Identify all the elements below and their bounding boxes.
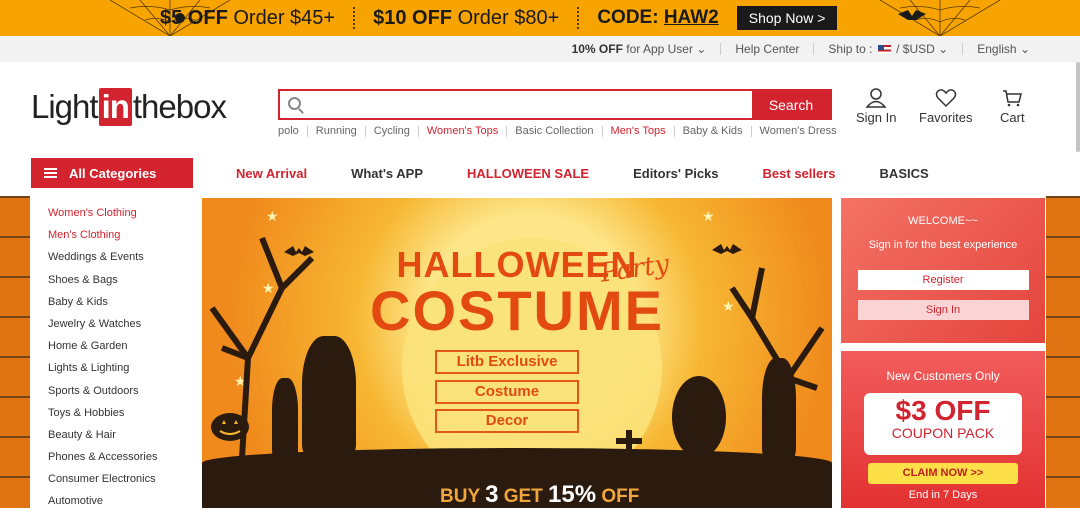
menu-icon xyxy=(44,168,57,178)
halloween-side-decoration xyxy=(1046,196,1080,508)
promo-divider xyxy=(577,7,580,29)
main-nav: New Arrival What's APP HALLOWEEN SALE Ed… xyxy=(236,158,973,188)
heart-icon xyxy=(935,89,956,108)
hot-search-link[interactable]: Baby & Kids xyxy=(673,126,751,137)
category-item[interactable]: Sports & Outdoors xyxy=(31,380,193,402)
star-icon: ★ xyxy=(702,208,715,224)
category-item[interactable]: Baby & Kids xyxy=(31,291,193,313)
promo-content: $5 OFF Order $45+ $10 OFF Order $80+ COD… xyxy=(160,0,838,36)
category-item[interactable]: Weddings & Events xyxy=(31,246,193,268)
promo-banner[interactable]: $5 OFF Order $45+ $10 OFF Order $80+ COD… xyxy=(0,0,1080,36)
banner-title-costume: COSTUME xyxy=(370,279,664,342)
category-item[interactable]: Men's Clothing xyxy=(31,224,193,246)
coupon-expiry: End in 7 Days xyxy=(908,489,978,501)
promo-offer-1: $5 OFF Order $45+ xyxy=(160,6,336,29)
shop-now-button[interactable]: Shop Now > xyxy=(736,6,838,30)
favorites-button[interactable]: Favorites xyxy=(919,88,972,125)
nav-best-sellers[interactable]: Best sellers xyxy=(763,166,836,181)
child-silhouette xyxy=(272,378,298,458)
coupon-label: COUPON PACK xyxy=(891,425,995,441)
banner-tag-litb-exclusive[interactable]: Litb Exclusive xyxy=(435,350,579,374)
user-icon xyxy=(865,88,887,108)
site-logo[interactable]: Light in thebox xyxy=(31,88,227,126)
category-item[interactable]: Consumer Electronics xyxy=(31,468,193,490)
coupon-card[interactable]: New Customers Only $3 OFF COUPON PACK CL… xyxy=(841,351,1045,508)
halloween-hero-banner[interactable]: ★ ★ ★ ★ ★ HALLOWEEN Party COSTUME Litb E… xyxy=(202,198,832,508)
chevron-down-icon: ⌄ xyxy=(1019,42,1030,56)
category-item[interactable]: Phones & Accessories xyxy=(31,446,193,468)
nav-basics[interactable]: BASICS xyxy=(880,166,929,181)
nav-editors-picks[interactable]: Editors' Picks xyxy=(633,166,718,181)
nav-whats-app[interactable]: What's APP xyxy=(351,166,423,181)
coupon-title: New Customers Only xyxy=(886,369,1000,383)
promo-offer-2: $10 OFF Order $80+ xyxy=(373,6,560,29)
ship-to-selector[interactable]: Ship to : / $USD ⌄ xyxy=(813,43,962,55)
hot-search-link[interactable]: Basic Collection xyxy=(506,126,601,137)
register-button[interactable]: Register xyxy=(857,270,1029,290)
witch-silhouette xyxy=(302,336,356,456)
chevron-down-icon: ⌄ xyxy=(696,42,707,56)
hot-search-link[interactable]: Women's Dress xyxy=(750,126,845,137)
category-item[interactable]: Beauty & Hair xyxy=(31,424,193,446)
category-item[interactable]: Automotive xyxy=(31,490,193,512)
language-selector[interactable]: English ⌄ xyxy=(962,43,1044,55)
category-item[interactable]: Toys & Hobbies xyxy=(31,402,193,424)
category-item[interactable]: Lights & Lighting xyxy=(31,357,193,379)
hot-search-link[interactable]: Cycling xyxy=(364,126,418,137)
category-item[interactable]: Jewelry & Watches xyxy=(31,313,193,335)
hot-search-link[interactable]: polo xyxy=(278,126,307,137)
sign-in-button[interactable]: Sign In xyxy=(856,88,896,125)
promo-divider xyxy=(353,7,356,29)
search-button[interactable]: Search xyxy=(752,91,830,118)
pumpkin-icon xyxy=(211,413,249,441)
cross-graphic xyxy=(616,438,642,444)
halloween-side-decoration xyxy=(0,196,30,508)
coupon-ticket: $3 OFF COUPON PACK xyxy=(864,393,1022,455)
cart-icon xyxy=(1003,90,1023,107)
welcome-title: WELCOME~~ xyxy=(908,215,978,227)
nav-halloween-sale[interactable]: HALLOWEEN SALE xyxy=(467,166,589,181)
all-categories-button[interactable]: All Categories xyxy=(31,158,193,188)
utility-bar: 10% OFF for App User ⌄ Help Center Ship … xyxy=(0,36,1080,62)
category-list: Women's Clothing Men's Clothing Weddings &… xyxy=(31,196,193,508)
welcome-sign-in-button[interactable]: Sign In xyxy=(857,300,1029,320)
banner-tag-decor[interactable]: Decor xyxy=(435,409,579,433)
search-bar: Search xyxy=(278,89,832,120)
category-item[interactable]: Home & Garden xyxy=(31,335,193,357)
hot-search-link[interactable]: Running xyxy=(306,126,365,137)
banner-offer: BUY 3 GET 15% OFF xyxy=(440,481,640,508)
hot-searches: polo Running Cycling Women's Tops Basic Coll… xyxy=(278,126,845,137)
banner-tag-costume[interactable]: Costume xyxy=(435,380,579,404)
hot-search-link[interactable]: Women's Tops xyxy=(417,126,506,137)
category-item[interactable]: Women's Clothing xyxy=(31,202,193,224)
app-offer-link[interactable]: 10% OFF for App User ⌄ xyxy=(558,43,721,55)
us-flag-icon xyxy=(877,45,891,55)
page-scrollbar[interactable] xyxy=(1076,62,1080,152)
promo-code: CODE: HAW2 xyxy=(597,7,719,28)
reaper-silhouette xyxy=(762,358,796,458)
search-input[interactable] xyxy=(280,91,752,118)
spiderweb-icon xyxy=(880,0,1000,36)
hot-search-link[interactable]: Men's Tops xyxy=(601,126,674,137)
category-item[interactable]: Shoes & Bags xyxy=(31,269,193,291)
coupon-amount: $3 OFF xyxy=(895,395,991,426)
search-icon xyxy=(288,97,301,110)
nav-new-arrival[interactable]: New Arrival xyxy=(236,166,307,181)
claim-now-button[interactable]: CLAIM NOW >> xyxy=(868,463,1018,484)
welcome-subtitle: Sign in for the best experience xyxy=(868,239,1018,251)
cart-button[interactable]: Cart xyxy=(1000,88,1025,125)
costume-silhouette xyxy=(672,376,726,458)
welcome-card: WELCOME~~ Sign in for the best experienc… xyxy=(841,198,1045,343)
help-center-link[interactable]: Help Center xyxy=(720,43,813,55)
chevron-down-icon: ⌄ xyxy=(938,42,949,56)
